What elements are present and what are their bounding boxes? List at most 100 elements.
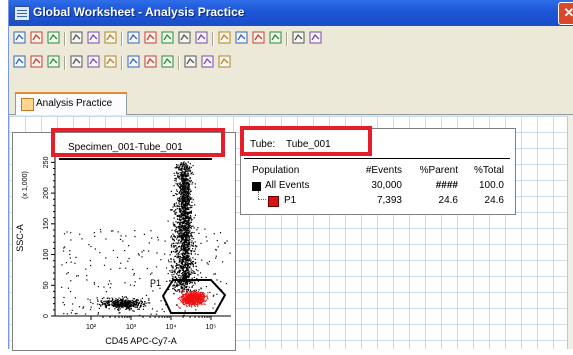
event-dot (182, 250, 184, 252)
event-dot (205, 236, 207, 238)
event-dot (174, 211, 176, 214)
event-dot (163, 311, 165, 313)
event-dot (90, 245, 92, 248)
arrow-icon[interactable] (30, 55, 45, 70)
close-button[interactable]: ✕ (558, 2, 573, 25)
event-dot (173, 273, 175, 275)
population-name[interactable]: P1 (284, 195, 296, 206)
event-dot (176, 247, 178, 249)
gate-interval-icon[interactable] (235, 31, 250, 46)
event-dot (90, 301, 92, 303)
event-dot (64, 246, 66, 248)
event-dot (179, 256, 181, 258)
layout-icon[interactable] (161, 31, 176, 46)
grid-toggle-icon[interactable] (201, 55, 216, 70)
event-dot (179, 163, 181, 165)
group-icon[interactable] (144, 55, 159, 70)
align-top-icon[interactable] (87, 55, 102, 70)
gate-polygon-icon[interactable] (195, 31, 210, 46)
event-dot (196, 296, 198, 298)
event-dot (186, 202, 188, 204)
event-dot (184, 284, 186, 286)
event-dot (144, 301, 146, 303)
event-dot (150, 230, 152, 232)
event-dot (188, 286, 190, 288)
event-dot (179, 182, 181, 184)
magnet-icon[interactable] (218, 55, 233, 70)
event-dot (187, 219, 190, 221)
event-dot (179, 281, 181, 283)
event-dot (183, 199, 185, 201)
snap-icon[interactable] (184, 55, 199, 70)
event-dot (77, 275, 79, 277)
align-center-icon[interactable] (104, 55, 119, 70)
event-dot (191, 183, 193, 185)
distribute-icon[interactable] (127, 55, 142, 70)
line-icon[interactable] (13, 55, 28, 70)
event-dot (204, 303, 206, 305)
print-icon[interactable] (47, 31, 62, 46)
event-dot (181, 163, 183, 166)
event-dot (132, 298, 134, 300)
population-name[interactable]: All Events (265, 180, 309, 191)
zoom-in-icon[interactable] (127, 31, 142, 46)
image-icon[interactable] (47, 55, 62, 70)
event-dot (183, 172, 186, 174)
window-title: Global Worksheet - Analysis Practice (33, 5, 245, 19)
event-dot (183, 256, 185, 258)
event-dot (197, 305, 199, 307)
event-dot (177, 252, 179, 254)
print-preview-icon[interactable] (30, 31, 45, 46)
event-dot (182, 208, 184, 210)
population-color-swatch (252, 182, 261, 191)
event-dot (128, 257, 130, 260)
event-dot (176, 171, 178, 173)
event-dot (179, 172, 181, 174)
tab-analysis-practice[interactable]: Analysis Practice (15, 92, 127, 115)
pointer-icon[interactable] (70, 31, 85, 46)
event-dot (171, 271, 173, 274)
event-dot (63, 313, 65, 315)
event-dot (184, 224, 186, 226)
event-dot (194, 289, 196, 291)
align-left-icon[interactable] (70, 55, 85, 70)
vertical-scrollbar[interactable] (567, 116, 573, 349)
event-dot (185, 204, 187, 206)
tree-connector (258, 191, 260, 199)
event-dot (216, 293, 218, 295)
ungroup-icon[interactable] (161, 55, 176, 70)
event-dot (121, 304, 123, 306)
table-icon[interactable] (269, 31, 284, 46)
event-dot (181, 217, 183, 219)
event-dot (170, 271, 172, 273)
event-dot (179, 222, 181, 224)
export-icon[interactable] (309, 31, 324, 46)
event-dot (179, 217, 181, 219)
event-dot (183, 269, 185, 271)
event-dot (185, 265, 187, 267)
event-dot (168, 261, 170, 263)
event-dot (183, 273, 185, 275)
event-dot (189, 215, 192, 217)
event-dot (180, 263, 182, 265)
title-bar[interactable]: Global Worksheet - Analysis Practice ✕ (9, 0, 573, 26)
stats-icon[interactable] (292, 31, 307, 46)
grid-icon[interactable] (252, 31, 267, 46)
dot-plot-icon[interactable] (87, 31, 102, 46)
event-dot (184, 258, 186, 261)
event-dot (194, 241, 196, 243)
zoom-out-icon[interactable] (144, 31, 159, 46)
event-dot (191, 294, 193, 296)
event-dot (179, 186, 181, 188)
event-dot (179, 176, 181, 178)
gate-rect-icon[interactable] (218, 31, 233, 46)
dot-plot-panel[interactable]: 0 50 100 150 200 250 (x 1,000) SSC-A 10² 10³ 10⁴ 10… (12, 132, 236, 351)
event-dot (177, 197, 179, 199)
event-dot (185, 235, 187, 237)
copy-plot-icon[interactable] (178, 31, 193, 46)
histogram-icon[interactable] (104, 31, 119, 46)
event-dot (128, 307, 130, 309)
page-icon[interactable] (13, 31, 28, 46)
event-dot (186, 283, 188, 286)
event-dot (180, 220, 182, 222)
